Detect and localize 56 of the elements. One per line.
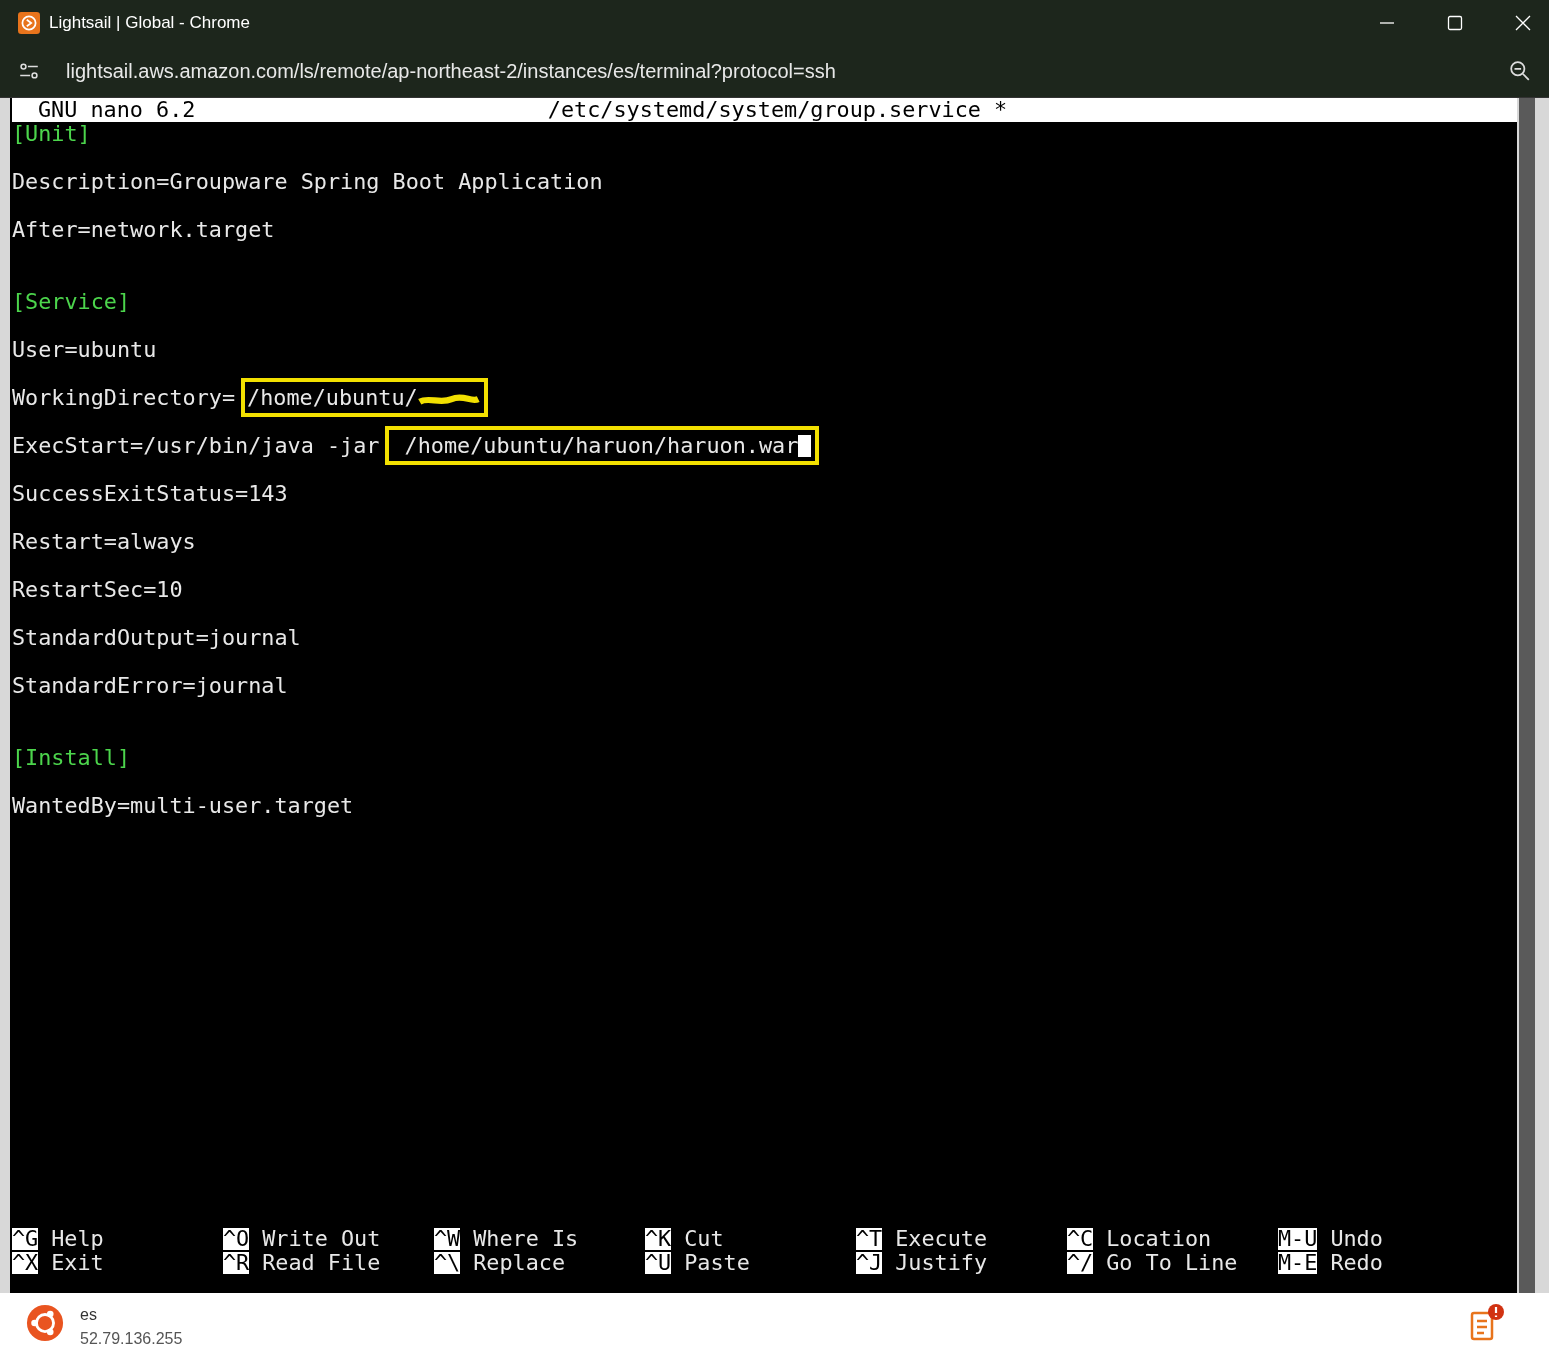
shortcut-key: ^C: [1067, 1228, 1094, 1250]
shortcut-label: Cut: [684, 1227, 724, 1251]
shortcut-label: Help: [51, 1227, 104, 1251]
shortcut-key: M-E: [1278, 1252, 1318, 1274]
code-line: User=ubuntu: [12, 337, 157, 362]
shortcut-key: ^/: [1067, 1252, 1094, 1274]
section-header: [Unit]: [12, 121, 91, 146]
instance-ip: 52.79.136.255: [80, 1330, 183, 1348]
shortcut-label: Execute: [895, 1227, 988, 1251]
shortcut-label: Where Is: [473, 1227, 579, 1251]
highlighted-path: /home/ubuntu/: [241, 378, 488, 417]
close-icon[interactable]: [1515, 14, 1531, 31]
code-line: WorkingDirectory=: [12, 385, 236, 410]
shortcut-key: ^\: [434, 1252, 461, 1274]
code-line: SuccessExitStatus=143: [12, 481, 288, 506]
shortcut-key: ^X: [12, 1252, 39, 1274]
section-header: [Install]: [12, 745, 131, 770]
site-settings-icon[interactable]: [18, 60, 40, 82]
code-line: Description=Groupware Spring Boot Application: [12, 169, 603, 194]
window-title: Lightsail | Global - Chrome: [49, 12, 250, 33]
shortcut-key: ^J: [856, 1252, 883, 1274]
file-name: /etc/systemd/system/group.service *: [547, 98, 1008, 122]
shortcut-label: Replace: [473, 1251, 566, 1275]
code-line: RestartSec=10: [12, 577, 183, 602]
shortcut-label: Location: [1106, 1227, 1212, 1251]
shortcut-key: ^K: [645, 1228, 672, 1250]
ubuntu-logo-icon: [26, 1304, 64, 1342]
shortcut-label: Redo: [1330, 1251, 1383, 1275]
shortcut-label: Go To Line: [1106, 1251, 1238, 1275]
shortcut-key: ^R: [223, 1252, 250, 1274]
section-header: [Service]: [12, 289, 131, 314]
scrollbar[interactable]: [1517, 98, 1535, 1293]
shortcut-key: ^U: [645, 1252, 672, 1274]
shortcut-label: Exit: [51, 1251, 104, 1275]
zoom-icon[interactable]: [1509, 60, 1531, 82]
code-line: StandardOutput=journal: [12, 625, 301, 650]
nano-version: GNU nano 6.2: [38, 98, 197, 122]
code-line: StandardError=journal: [12, 673, 288, 698]
shortcut-label: Undo: [1330, 1227, 1383, 1251]
instance-name: es: [80, 1306, 98, 1324]
app-logo-icon: [18, 11, 40, 34]
shortcut-key: ^W: [434, 1228, 461, 1250]
code-line: After=network.target: [12, 217, 275, 242]
maximize-icon[interactable]: [1447, 14, 1463, 31]
code-line: ExecStart=/usr/bin/java -jar: [12, 433, 380, 458]
code-line: Restart=always: [12, 529, 196, 554]
shortcut-label: Read File: [262, 1251, 381, 1275]
shortcut-label: Justify: [895, 1251, 988, 1275]
shortcut-key: ^O: [223, 1228, 250, 1250]
shortcut-label: Write Out: [262, 1227, 381, 1251]
highlighted-path: /home/ubuntu/haruon/haruon.war: [385, 426, 820, 465]
shortcut-key: M-U: [1278, 1228, 1318, 1250]
code-line: WantedBy=multi-user.target: [12, 793, 354, 818]
shortcut-key: ^T: [856, 1228, 883, 1250]
shortcut-label: Paste: [684, 1251, 750, 1275]
shortcut-key: ^G: [12, 1228, 39, 1250]
